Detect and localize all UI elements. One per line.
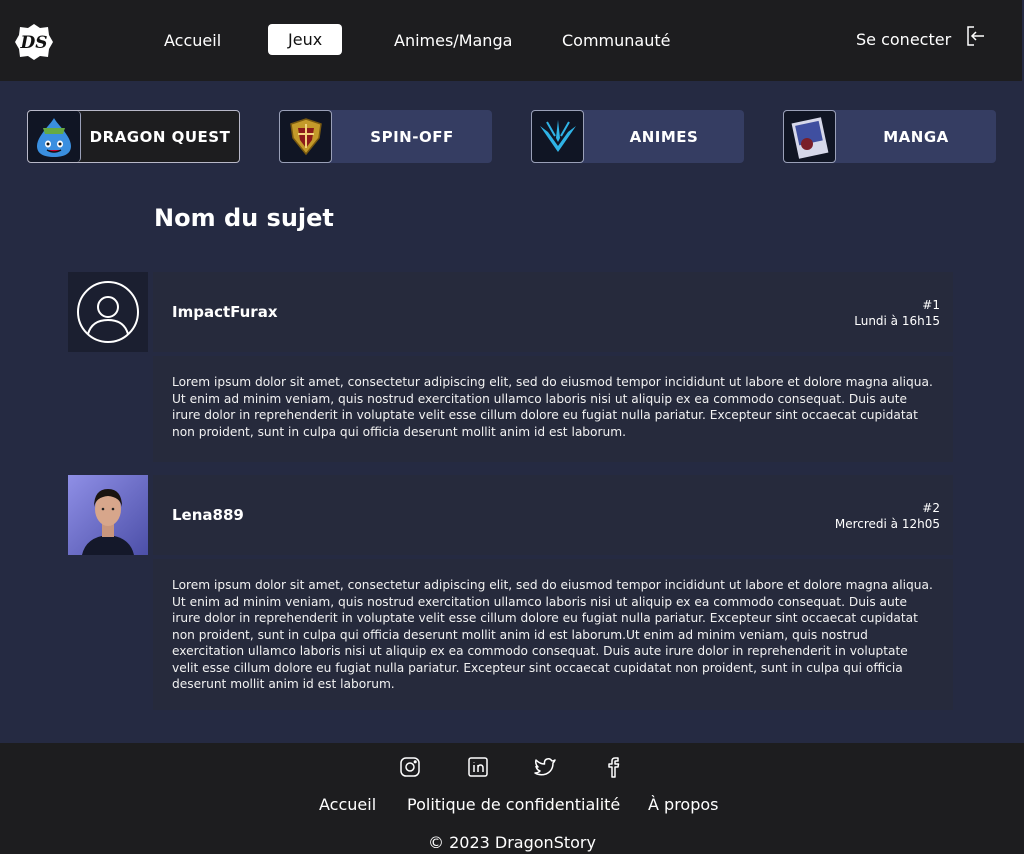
site-footer: Accueil Politique de confidentialité À p…	[0, 743, 1024, 854]
instagram-icon[interactable]	[398, 755, 422, 779]
category-animes[interactable]: ANIMES	[531, 110, 744, 163]
login-label: Se conecter	[856, 30, 952, 49]
category-manga[interactable]: MANGA	[783, 110, 996, 163]
avatar[interactable]	[68, 272, 148, 352]
topic-title: Nom du sujet	[154, 204, 334, 232]
facebook-icon[interactable]	[602, 755, 626, 779]
category-label: DRAGON QUEST	[89, 127, 231, 146]
post-body: Lorem ipsum dolor sit amet, consectetur …	[153, 559, 953, 710]
user-photo	[68, 475, 148, 555]
post-username[interactable]: Lena889	[172, 506, 244, 524]
nav-animes-manga[interactable]: Animes/Manga	[394, 26, 512, 56]
post-header: ImpactFurax #1 Lundi à 16h15	[153, 272, 953, 352]
logo-text: DS	[19, 33, 47, 53]
post-number[interactable]: #1	[854, 297, 940, 313]
site-header: DS Accueil Jeux Animes/Manga Communauté …	[0, 0, 1022, 81]
post-date: Mercredi à 12h05	[834, 517, 940, 531]
category-label: SPIN-OFF	[370, 127, 454, 146]
twitter-icon[interactable]	[533, 755, 557, 779]
user-icon	[77, 281, 139, 343]
post-meta: #1 Lundi à 16h15	[854, 297, 940, 329]
copyright: © 2023 DragonStory	[428, 833, 596, 852]
post-username[interactable]: ImpactFurax	[172, 303, 278, 321]
post-body: Lorem ipsum dolor sit amet, consectetur …	[153, 356, 953, 462]
category-dragon-quest[interactable]: DRAGON QUEST	[27, 110, 240, 163]
nav-jeux[interactable]: Jeux	[268, 24, 343, 55]
category-label: ANIMES	[629, 127, 699, 146]
category-spin-off[interactable]: SPIN-OFF	[279, 110, 492, 163]
slime-icon	[28, 111, 81, 162]
footer-link-about[interactable]: À propos	[648, 795, 718, 814]
footer-link-accueil[interactable]: Accueil	[319, 795, 376, 814]
post-date: Lundi à 16h15	[854, 314, 940, 328]
login-icon	[965, 25, 987, 56]
post-header: Lena889 #2 Mercredi à 12h05	[153, 475, 953, 555]
login-button[interactable]: Se conecter	[856, 25, 987, 56]
manga-cover-icon	[783, 110, 836, 163]
avatar[interactable]	[68, 475, 148, 555]
post-number[interactable]: #2	[835, 500, 940, 516]
category-label: MANGA	[883, 127, 949, 146]
crest-icon	[279, 110, 332, 163]
logo[interactable]: DS	[14, 22, 54, 62]
post-meta: #2 Mercredi à 12h05	[835, 500, 940, 532]
nav-communaute[interactable]: Communauté	[562, 26, 670, 56]
footer-link-privacy[interactable]: Politique de confidentialité	[407, 795, 620, 814]
nav-accueil[interactable]: Accueil	[164, 26, 221, 56]
linkedin-icon[interactable]	[466, 755, 490, 779]
anime-emblem-icon	[531, 110, 584, 163]
